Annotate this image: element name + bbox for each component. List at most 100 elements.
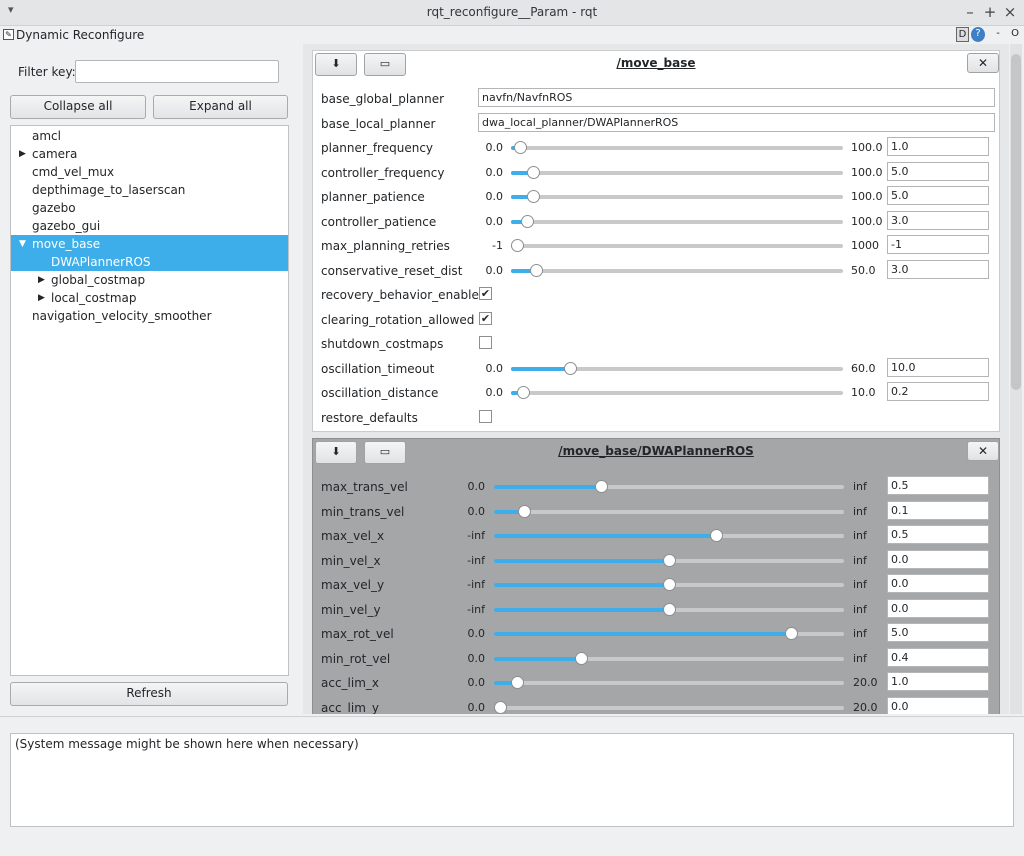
tree-item-depthimage-to-laserscan[interactable]: depthimage_to_laserscan [11, 181, 288, 199]
param-value-input[interactable]: 0.0 [887, 696, 989, 714]
param-slider[interactable] [494, 627, 844, 640]
param-slider[interactable] [511, 165, 843, 179]
refresh-button[interactable]: Refresh [10, 682, 288, 706]
tree-item-gazebo-gui[interactable]: gazebo_gui [11, 217, 288, 235]
expanded-arrow-icon[interactable]: ▼ [19, 235, 26, 253]
expand-all-button[interactable]: Expand all [153, 95, 288, 119]
param-min-label: 0.0 [467, 651, 486, 665]
slider-handle[interactable] [564, 361, 577, 375]
param-slider[interactable] [511, 214, 843, 228]
slider-handle[interactable] [530, 263, 543, 277]
close-window-icon[interactable]: × [1002, 3, 1018, 21]
param-value-input[interactable]: 0.5 [887, 525, 989, 544]
plugin-minimize-button[interactable]: - [993, 27, 1003, 42]
param-slider[interactable] [494, 504, 844, 518]
checkbox-checked[interactable]: ✔ [479, 311, 492, 325]
param-slider[interactable] [511, 141, 843, 154]
tree-item-local-costmap[interactable]: ▶ local_costmap [11, 289, 288, 307]
collapsed-arrow-icon[interactable]: ▶ [19, 145, 26, 163]
param-name: min_vel_y [321, 602, 381, 617]
maximize-icon[interactable]: + [982, 3, 998, 21]
param-slider[interactable] [494, 529, 844, 542]
collapsed-arrow-icon[interactable]: ▶ [38, 289, 45, 307]
param-value-input[interactable]: 0.0 [887, 549, 989, 569]
slider-fill [494, 656, 581, 661]
param-row-base-local-planner: base_local_planner dwa_local_planner/DWAP… [313, 112, 999, 136]
param-value-input[interactable]: 0.0 [887, 574, 989, 593]
param-slider[interactable] [494, 578, 844, 591]
param-slider[interactable] [494, 651, 844, 665]
param-value-input[interactable]: 3.0 [887, 210, 989, 230]
param-row-max-rot-vel: max_rot_vel 0.0 inf 5.0 [313, 622, 999, 646]
tree-item-dwaplannerros[interactable]: DWAPlannerROS [11, 253, 288, 271]
param-text-input[interactable]: navfn/NavfnROS [478, 88, 995, 107]
slider-handle[interactable] [663, 578, 676, 591]
param-row-controller-frequency: controller_frequency 0.0 100.0 5.0 [313, 161, 999, 185]
param-value-input[interactable]: 0.0 [887, 598, 989, 618]
param-value-input[interactable]: -1 [887, 235, 989, 254]
param-value-input[interactable]: 5.0 [887, 186, 989, 205]
param-name: controller_frequency [321, 165, 445, 180]
close-group-button[interactable]: ✕ [967, 441, 999, 461]
tree-item-camera[interactable]: ▶ camera [11, 145, 288, 163]
collapsed-arrow-icon[interactable]: ▶ [38, 271, 45, 289]
param-text-input[interactable]: dwa_local_planner/DWAPlannerROS [478, 112, 995, 132]
tree-item-global-costmap[interactable]: ▶ global_costmap [11, 271, 288, 289]
param-slider[interactable] [511, 190, 843, 203]
slider-handle[interactable] [511, 239, 524, 252]
tree-item-gazebo[interactable]: gazebo [11, 199, 288, 217]
slider-handle[interactable] [663, 553, 676, 567]
param-value-input[interactable]: 0.4 [887, 647, 989, 667]
plugin-options-button[interactable]: O [1009, 27, 1021, 42]
slider-handle[interactable] [511, 676, 524, 689]
slider-handle[interactable] [521, 214, 534, 228]
node-tree[interactable]: amcl ▶ camera cmd_vel_mux depthimage_to_lase… [10, 125, 289, 676]
param-slider[interactable] [494, 700, 844, 714]
param-slider[interactable] [494, 676, 844, 689]
slider-handle[interactable] [494, 700, 507, 714]
close-group-button[interactable]: ✕ [967, 53, 999, 73]
param-slider[interactable] [494, 480, 844, 493]
checkbox-unchecked[interactable] [479, 336, 492, 349]
param-value-input[interactable]: 3.0 [887, 259, 989, 279]
param-value-input[interactable]: 10.0 [887, 357, 989, 377]
param-value-input[interactable]: 0.1 [887, 500, 989, 520]
tree-item-move-base[interactable]: ▼ move_base [11, 235, 288, 253]
tree-item-cmd-vel-mux[interactable]: cmd_vel_mux [11, 163, 288, 181]
checkbox-checked[interactable]: ✔ [479, 287, 492, 300]
param-value-input[interactable]: 1.0 [887, 672, 989, 691]
slider-handle[interactable] [517, 386, 530, 399]
slider-handle[interactable] [595, 480, 608, 493]
slider-handle[interactable] [514, 141, 527, 154]
param-slider[interactable] [511, 239, 843, 252]
slider-handle[interactable] [527, 190, 540, 203]
scrollbar-thumb[interactable] [1011, 54, 1021, 390]
minimize-icon[interactable]: – [962, 3, 978, 21]
param-value-input[interactable]: 0.2 [887, 382, 989, 401]
collapse-all-button[interactable]: Collapse all [10, 95, 146, 119]
param-value-input[interactable]: 5.0 [887, 623, 989, 642]
slider-handle[interactable] [527, 165, 540, 179]
tree-item-navigation-velocity-smoother[interactable]: navigation_velocity_smoother [11, 307, 288, 325]
slider-handle[interactable] [575, 651, 588, 665]
param-value-input[interactable]: 5.0 [887, 161, 989, 181]
param-slider[interactable] [511, 263, 843, 277]
plugin-debug-button[interactable]: D [956, 27, 969, 42]
param-slider[interactable] [494, 602, 844, 616]
slider-handle[interactable] [663, 602, 676, 616]
checkbox-unchecked[interactable] [479, 409, 492, 423]
slider-handle[interactable] [710, 529, 723, 542]
horizontal-splitter[interactable] [0, 716, 1024, 717]
param-value-input[interactable]: 1.0 [887, 137, 989, 156]
param-slider[interactable] [511, 361, 843, 375]
slider-handle[interactable] [518, 504, 531, 518]
param-slider[interactable] [494, 553, 844, 567]
param-value-input[interactable]: 0.5 [887, 476, 989, 495]
param-slider[interactable] [511, 386, 843, 399]
panel-splitter[interactable] [298, 40, 301, 716]
slider-handle[interactable] [785, 627, 798, 640]
param-name: planner_frequency [321, 141, 434, 155]
filter-key-input[interactable] [75, 60, 279, 83]
tree-item-amcl[interactable]: amcl [11, 127, 288, 145]
help-icon[interactable]: ? [971, 27, 985, 42]
